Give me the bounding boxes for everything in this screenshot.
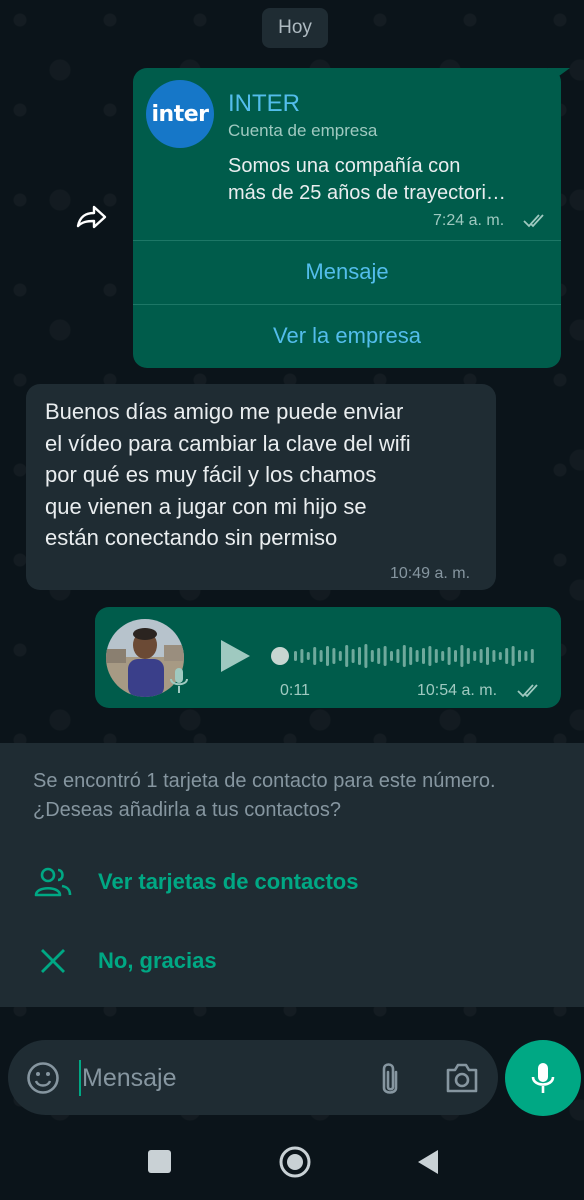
waveform-bar — [332, 648, 336, 664]
waveform-bar — [454, 650, 457, 662]
mic-icon — [531, 1063, 555, 1093]
mic-icon — [170, 668, 188, 693]
waveform-bar — [460, 645, 464, 667]
message-input[interactable] — [82, 1060, 352, 1096]
voice-duration: 0:11 — [280, 682, 310, 699]
waveform-bar — [377, 648, 381, 664]
waveform-bar — [351, 649, 355, 663]
waveform-bar — [383, 646, 387, 666]
nav-recents-icon[interactable] — [148, 1150, 171, 1173]
waveform-bar — [415, 650, 419, 662]
dismiss-label: No, gracias — [98, 948, 217, 973]
waveform-bar — [300, 649, 304, 663]
voice-waveform[interactable] — [270, 640, 540, 672]
waveform-bar — [498, 652, 502, 660]
record-voice-button[interactable] — [505, 1040, 581, 1116]
attach-icon[interactable] — [374, 1060, 406, 1098]
date-chip: Hoy — [262, 8, 328, 48]
waveform-bar — [313, 647, 317, 665]
waveform-bar — [358, 647, 361, 665]
business-avatar[interactable]: inter — [146, 80, 214, 148]
waveform-bar — [524, 651, 528, 661]
nav-back-icon[interactable] — [416, 1148, 440, 1176]
business-type: Cuenta de empresa — [228, 121, 378, 140]
waveform-bar — [428, 646, 432, 666]
waveform-bar — [390, 651, 393, 661]
waveform-bar — [505, 648, 509, 664]
waveform-bar — [530, 649, 534, 663]
waveform-bar — [370, 650, 374, 662]
waveform-bar — [396, 649, 400, 663]
message-business-button[interactable]: Mensaje — [133, 241, 561, 303]
waveform-bar — [364, 644, 368, 668]
contacts-icon — [34, 867, 72, 897]
view-contact-cards-button[interactable]: Ver tarjetas de contactos — [0, 850, 584, 914]
waveform-bar — [447, 647, 451, 665]
waveform-bar — [409, 647, 413, 665]
camera-icon[interactable] — [444, 1062, 480, 1094]
waveform-bar — [441, 651, 445, 661]
waveform-bar — [479, 649, 483, 663]
message-time: 10:54 a. m. — [417, 682, 498, 699]
incoming-message-text: Buenos días amigo me puede enviar el víd… — [45, 399, 411, 550]
play-icon[interactable] — [218, 638, 252, 674]
business-description: Somos una compañía con más de 25 años de… — [228, 155, 506, 204]
text-caret — [79, 1060, 81, 1096]
message-time: 7:24 a. m. — [433, 212, 505, 229]
waveform-bar — [326, 646, 329, 666]
waveform-bar — [492, 650, 496, 662]
waveform-bar — [306, 652, 310, 660]
business-name: INTER — [228, 90, 300, 117]
forward-icon[interactable] — [74, 202, 110, 232]
view-business-button[interactable]: Ver la empresa — [133, 305, 561, 367]
waveform-bar — [466, 648, 470, 664]
emoji-icon[interactable] — [26, 1061, 60, 1095]
double-check-icon — [523, 214, 544, 228]
waveform-bar — [422, 648, 425, 664]
waveform-bar — [294, 651, 297, 661]
waveform-bar — [473, 651, 477, 661]
waveform-bar — [319, 650, 323, 662]
double-check-icon — [517, 684, 538, 698]
waveform-bar — [345, 645, 349, 667]
contact-prompt-text: Se encontró 1 tarjeta de contacto para e… — [33, 770, 496, 821]
waveform-bar — [402, 645, 406, 667]
view-contact-cards-label: Ver tarjetas de contactos — [98, 869, 359, 894]
waveform-bar — [434, 649, 438, 663]
waveform-bar — [518, 650, 521, 662]
dismiss-button[interactable]: No, gracias — [0, 929, 584, 993]
voice-progress-knob[interactable] — [271, 647, 289, 665]
waveform-bar — [486, 647, 489, 665]
message-time: 10:49 a. m. — [390, 565, 471, 582]
nav-home-icon[interactable] — [278, 1145, 312, 1179]
waveform-bar — [511, 646, 515, 666]
close-icon — [41, 949, 65, 973]
waveform-bar — [338, 651, 342, 661]
